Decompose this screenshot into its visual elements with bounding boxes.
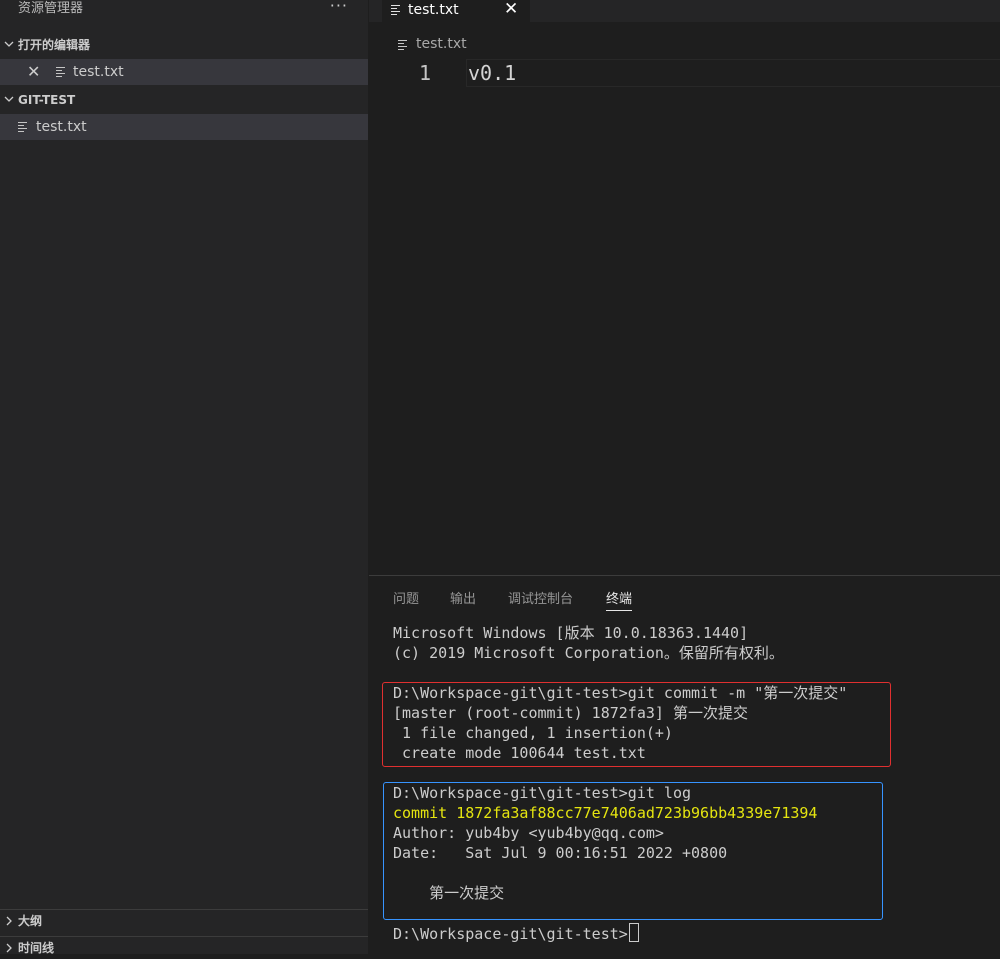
close-icon[interactable]: ✕ — [504, 0, 518, 19]
section-outline[interactable]: 大纲 — [0, 909, 368, 932]
editor-tabbar: test.txt ✕ — [369, 0, 1000, 22]
commit-message-line: 第一次提交 — [393, 884, 505, 902]
file-text-icon — [398, 39, 408, 51]
terminal-line: [master (root-commit) 1872fa3] 第一次提交 — [393, 704, 748, 722]
file-text-icon — [56, 66, 66, 78]
editor-tab-test-txt[interactable]: test.txt ✕ — [382, 0, 530, 22]
commit-hash-line: commit 1872fa3af88cc77e7406ad723b96bb433… — [393, 804, 818, 822]
terminal-line: D:\Workspace-git\git-test>git log — [393, 784, 692, 802]
terminal-line: Date: Sat Jul 9 00:16:51 2022 +0800 — [393, 844, 728, 862]
tab-terminal[interactable]: 终端 — [606, 591, 633, 611]
line-number: 1 — [419, 61, 432, 85]
editor-area: test.txt ✕ test.txt 1 v0.1 — [369, 0, 1000, 575]
terminal-prompt-line[interactable]: D:\Workspace-git\git-test> — [393, 923, 639, 944]
line-text[interactable]: v0.1 — [468, 61, 516, 85]
editor-line[interactable]: 1 v0.1 — [369, 59, 1000, 87]
chevron-right-icon — [6, 943, 12, 953]
explorer-title: 资源管理器 — [18, 1, 84, 16]
workspace-file-item[interactable]: test.txt — [0, 114, 368, 140]
section-workspace-label: GIT-TEST — [18, 93, 76, 107]
terminal-cursor — [628, 923, 639, 942]
section-open-editors[interactable]: 打开的编辑器 — [0, 34, 368, 56]
bottom-panel: 问题 输出 调试控制台 终端 Microsoft Windows [版本 10.… — [369, 575, 1000, 955]
terminal-prompt: D:\Workspace-git\git-test> — [393, 925, 628, 943]
file-text-icon — [391, 4, 401, 16]
tab-output[interactable]: 输出 — [450, 591, 476, 609]
tab-debug-console[interactable]: 调试控制台 — [508, 591, 573, 609]
ellipsis-icon[interactable]: ··· — [330, 0, 348, 15]
workspace-file-label: test.txt — [36, 119, 87, 135]
current-line-highlight — [466, 59, 1000, 87]
open-editor-item[interactable]: ✕ test.txt — [0, 59, 368, 85]
close-icon[interactable]: ✕ — [27, 59, 40, 85]
terminal-line: Microsoft Windows [版本 10.0.18363.1440] — [393, 624, 749, 642]
chevron-down-icon — [4, 96, 14, 102]
explorer-sidebar: 资源管理器 ··· 打开的编辑器 ✕ test.txt GIT-TEST tes… — [0, 0, 369, 955]
section-open-editors-label: 打开的编辑器 — [18, 38, 91, 52]
section-timeline-label: 时间线 — [18, 941, 55, 955]
breadcrumb-file-label: test.txt — [416, 36, 467, 52]
terminal-line: D:\Workspace-git\git-test>git commit -m … — [393, 684, 848, 702]
section-timeline[interactable]: 时间线 — [0, 936, 368, 959]
panel-tabs: 问题 输出 调试控制台 终端 — [369, 576, 1000, 612]
terminal-line: Author: yub4by <yub4by@qq.com> — [393, 824, 664, 842]
explorer-header: 资源管理器 ··· — [0, 0, 368, 18]
terminal-line: (c) 2019 Microsoft Corporation。保留所有权利。 — [393, 644, 784, 662]
chevron-right-icon — [6, 916, 12, 926]
file-text-icon — [18, 121, 28, 133]
section-outline-label: 大纲 — [18, 914, 43, 928]
open-editor-item-label: test.txt — [73, 64, 124, 80]
chevron-down-icon — [4, 41, 14, 47]
section-workspace[interactable]: GIT-TEST — [0, 89, 368, 111]
terminal-line: create mode 100644 test.txt — [393, 744, 646, 762]
editor-tab-label: test.txt — [408, 2, 459, 18]
terminal-line: 1 file changed, 1 insertion(+) — [393, 724, 673, 742]
tab-problems[interactable]: 问题 — [393, 591, 419, 609]
